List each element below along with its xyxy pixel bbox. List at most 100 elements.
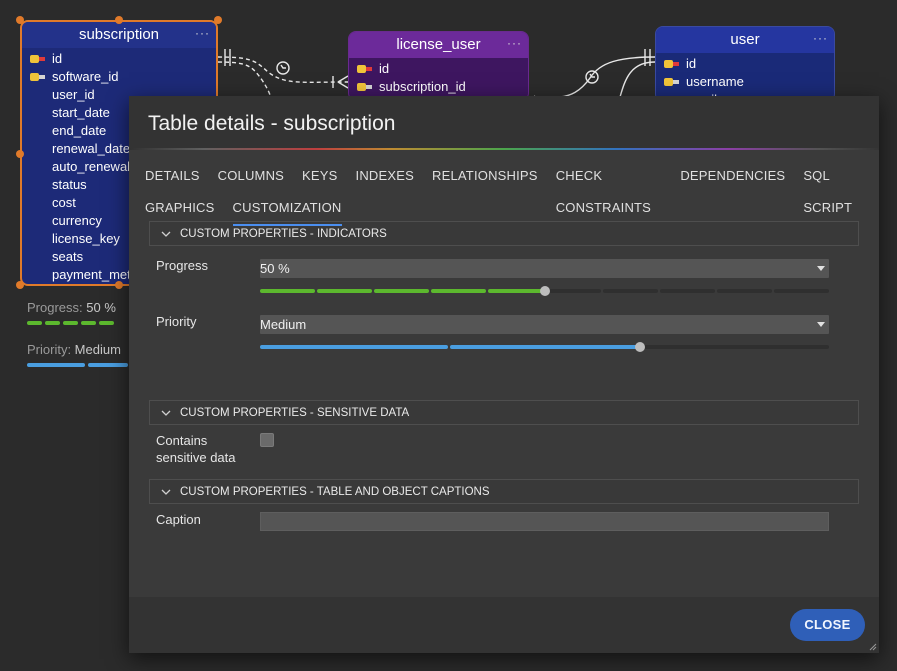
entity-menu-icon[interactable]: ··· xyxy=(813,27,828,51)
entity-menu-icon[interactable]: ··· xyxy=(507,32,522,56)
entity-field[interactable]: id xyxy=(656,55,834,73)
entity-field[interactable]: username xyxy=(656,73,834,91)
resize-handle[interactable] xyxy=(115,16,123,24)
tab-columns[interactable]: COLUMNS xyxy=(218,160,284,192)
entity-field-name: cost xyxy=(52,195,76,210)
tab-customization[interactable]: CUSTOMIZATION xyxy=(232,192,342,226)
entity-field-name: end_date xyxy=(52,123,107,138)
slider-segment xyxy=(431,289,487,293)
priority-slider[interactable] xyxy=(260,341,829,353)
slider-segment xyxy=(488,289,544,293)
entity-fields: id subscription_id xyxy=(349,58,528,98)
section-title: CUSTOM PROPERTIES - SENSITIVE DATA xyxy=(180,406,410,419)
entity-user[interactable]: user ··· idusernameemail xyxy=(655,26,835,102)
progress-indicator: Progress: 50 % xyxy=(27,300,116,315)
tab-dependencies[interactable]: DEPENDENCIES xyxy=(680,160,785,192)
entity-field-name: user_id xyxy=(52,87,95,102)
slider-thumb[interactable] xyxy=(634,342,645,352)
resize-handle[interactable] xyxy=(16,281,24,289)
tab-keys[interactable]: KEYS xyxy=(302,160,337,192)
resize-handle[interactable] xyxy=(16,150,24,158)
entity-field-name: status xyxy=(52,177,87,192)
dialog-footer: CLOSE xyxy=(129,597,879,653)
priority-select[interactable]: Medium xyxy=(260,315,829,334)
priority-indicator-value: Medium xyxy=(74,342,121,357)
entity-title: user xyxy=(730,31,760,48)
primary-key-icon xyxy=(357,65,372,73)
primary-key-icon xyxy=(30,55,45,63)
dialog-title: Table details - subscription xyxy=(129,96,879,148)
entity-fields: idusernameemail xyxy=(656,53,834,101)
chevron-down-icon xyxy=(161,231,171,237)
section-sensitive-data[interactable]: CUSTOM PROPERTIES - SENSITIVE DATA xyxy=(149,400,859,425)
resize-grip-icon[interactable] xyxy=(869,643,877,651)
tab-check-constraints[interactable]: CHECK CONSTRAINTS xyxy=(556,160,663,215)
slider-segment xyxy=(640,345,829,349)
slider-segment xyxy=(659,289,715,293)
entity-field-name: username xyxy=(686,74,744,89)
slider-segment xyxy=(602,289,658,293)
tab-details[interactable]: DETAILS xyxy=(145,160,200,192)
slider-segment xyxy=(716,289,772,293)
slider-segment xyxy=(260,345,449,349)
slider-segment xyxy=(260,289,316,293)
entity-field-name: start_date xyxy=(52,105,110,120)
sensitive-body: Contains sensitive data xyxy=(149,433,859,479)
entity-field[interactable]: subscription_id xyxy=(349,78,528,96)
entity-field-name: id xyxy=(52,51,63,66)
entity-license-user[interactable]: license_user ··· id subscription_id xyxy=(348,31,529,101)
tab-graphics[interactable]: GRAPHICS xyxy=(145,192,215,224)
entity-field[interactable]: id xyxy=(349,60,528,78)
table-details-dialog: Table details - subscription DETAILS COLU… xyxy=(129,96,879,653)
captions-body: Caption xyxy=(149,512,859,542)
entity-menu-icon[interactable]: ··· xyxy=(195,22,210,46)
foreign-key-icon xyxy=(357,83,372,91)
priority-indicator-label: Priority: xyxy=(27,342,75,357)
sensitive-label-line1: Contains xyxy=(156,433,208,448)
sensitive-label: Contains sensitive data xyxy=(156,432,236,466)
progress-select[interactable]: 50 % xyxy=(260,259,829,278)
entity-field[interactable]: id xyxy=(22,50,216,68)
progress-indicator-value: 50 % xyxy=(86,300,116,315)
progress-slider[interactable] xyxy=(260,285,829,297)
entity-field-name: renewal_date xyxy=(52,141,131,156)
entity-field-name: subscription_id xyxy=(379,79,466,94)
primary-key-icon xyxy=(664,60,679,68)
dropdown-arrow-icon xyxy=(817,266,825,271)
progress-select-value: 50 % xyxy=(260,261,290,276)
progress-label: Progress xyxy=(156,258,209,273)
caption-input[interactable] xyxy=(260,512,829,531)
slider-segment xyxy=(450,345,639,349)
slider-segment xyxy=(773,289,829,293)
priority-select-value: Medium xyxy=(260,317,307,332)
sensitive-data-checkbox[interactable] xyxy=(260,433,274,447)
tab-indexes[interactable]: INDEXES xyxy=(356,160,414,192)
caption-label: Caption xyxy=(156,512,201,527)
resize-handle[interactable] xyxy=(214,16,222,24)
tab-sql-script[interactable]: SQL SCRIPT xyxy=(803,160,861,215)
slider-segment xyxy=(545,289,601,293)
tab-relationships[interactable]: RELATIONSHIPS xyxy=(432,160,538,192)
entity-field-name: id xyxy=(686,56,697,71)
foreign-key-icon xyxy=(30,73,45,81)
priority-label: Priority xyxy=(156,314,197,329)
indicators-body: Progress 50 % Priority Medium xyxy=(149,254,859,400)
entity-field-name: license_key xyxy=(52,231,120,246)
entity-field-name: seats xyxy=(52,249,84,264)
close-button[interactable]: CLOSE xyxy=(790,609,865,641)
resize-handle[interactable] xyxy=(16,16,24,24)
entity-field[interactable]: software_id xyxy=(22,68,216,86)
tab-bar: DETAILS COLUMNS KEYS INDEXES RELATIONSHIPS CH… xyxy=(129,150,879,226)
entity-header: subscription ··· xyxy=(22,22,216,48)
entity-field-name: payment_met xyxy=(52,267,131,282)
section-captions[interactable]: CUSTOM PROPERTIES - TABLE AND OBJECT CAP… xyxy=(149,479,859,504)
slider-segment xyxy=(317,289,373,293)
progress-indicator-label: Progress: xyxy=(27,300,87,315)
sensitive-label-line2: sensitive data xyxy=(156,450,236,465)
slider-thumb[interactable] xyxy=(539,286,550,296)
section-title: CUSTOM PROPERTIES - TABLE AND OBJECT CAP… xyxy=(180,485,490,498)
tab-row: GRAPHICS CUSTOMIZATION xyxy=(145,192,879,226)
resize-handle[interactable] xyxy=(115,281,123,289)
customization-panel: CUSTOM PROPERTIES - INDICATORS Progress … xyxy=(129,216,879,542)
foreign-key-icon xyxy=(664,78,679,86)
